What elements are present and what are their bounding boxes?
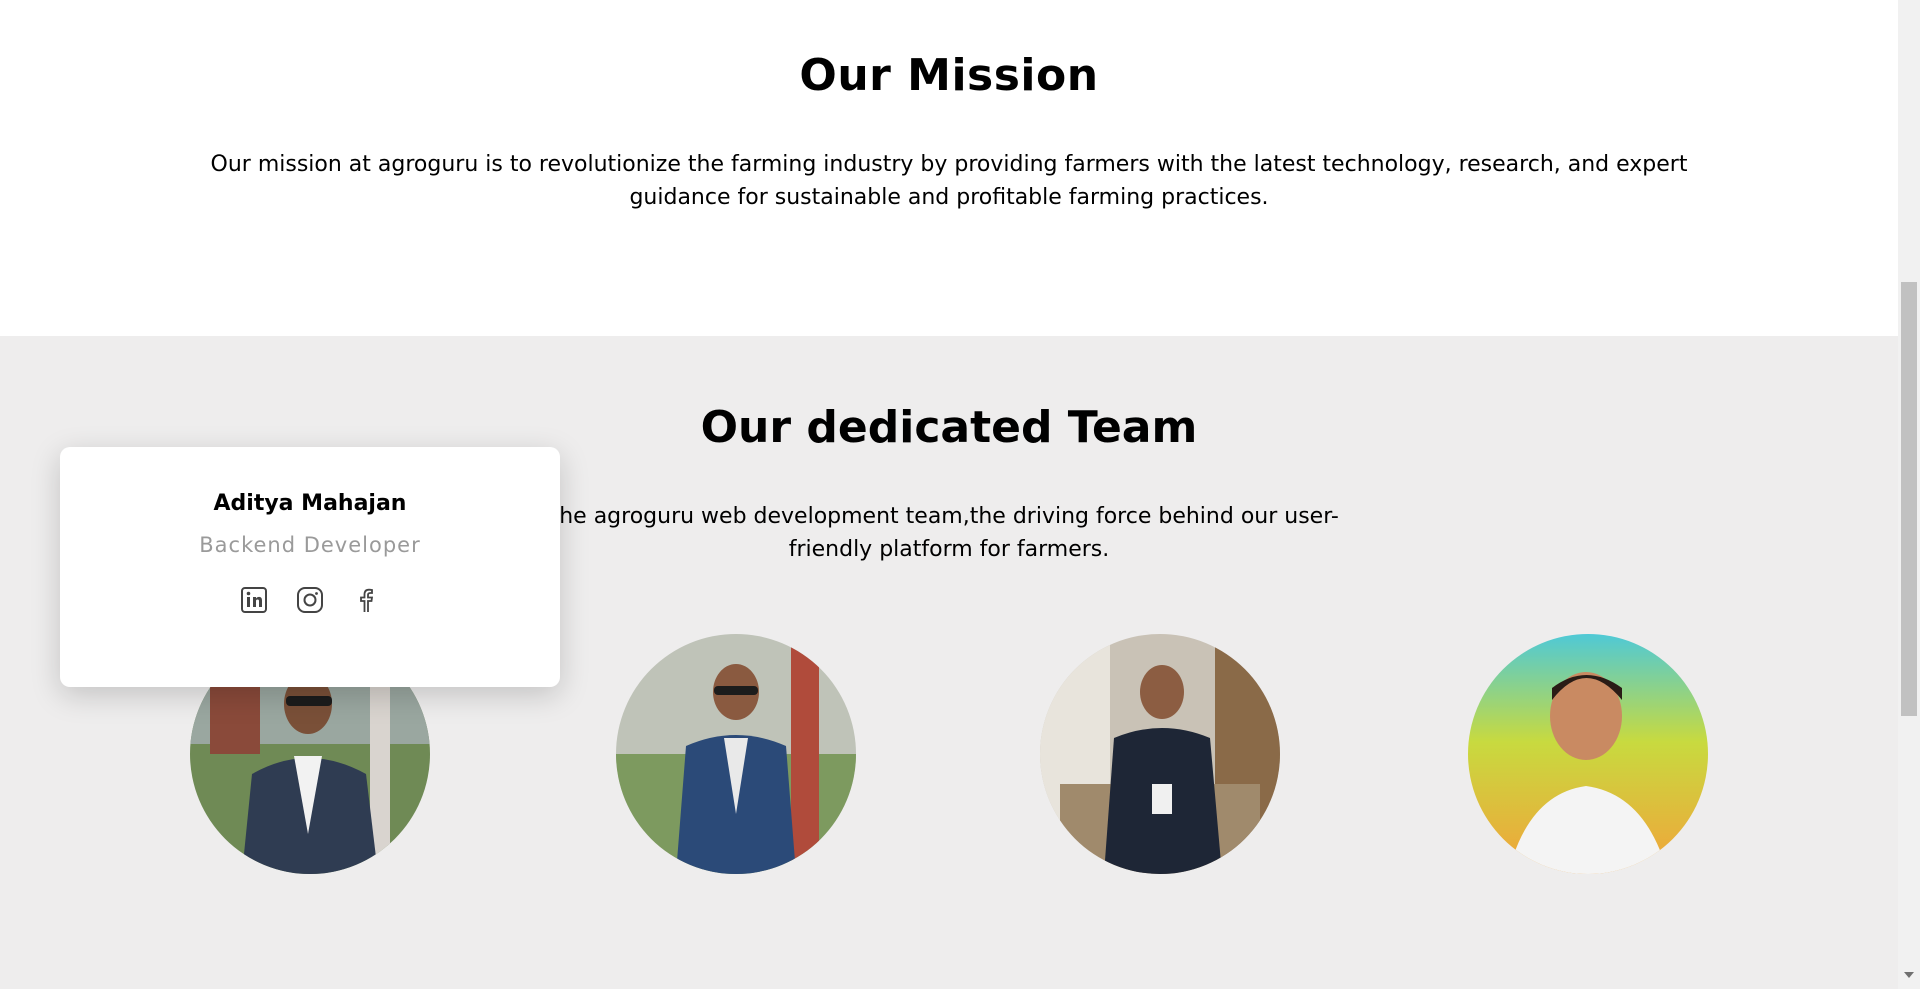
member-role: Backend Developer <box>199 533 421 557</box>
team-title: Our dedicated Team <box>700 402 1198 453</box>
team-text: he agroguru web development team,the dri… <box>559 504 1339 562</box>
mission-title: Our Mission <box>799 50 1099 101</box>
page-scrollbar[interactable] <box>1898 0 1920 989</box>
scroll-down-arrow-icon[interactable] <box>1904 972 1914 978</box>
instagram-icon[interactable] <box>295 585 325 615</box>
social-links <box>60 585 560 615</box>
team-member-card: Aditya Mahajan Backend Developer <box>60 447 560 687</box>
scrollbar-thumb[interactable] <box>1901 282 1917 716</box>
linkedin-icon[interactable] <box>239 585 269 615</box>
mission-text: Our mission at agroguru is to revolution… <box>210 152 1688 210</box>
member-name: Aditya Mahajan <box>213 491 407 516</box>
team-member-photo-3[interactable] <box>1040 634 1280 874</box>
team-member-photo-4[interactable] <box>1468 634 1708 874</box>
team-member-photo-2[interactable] <box>616 634 856 874</box>
facebook-icon[interactable] <box>351 585 381 615</box>
mission-section: Our Mission Our mission at agroguru is t… <box>0 0 1898 336</box>
